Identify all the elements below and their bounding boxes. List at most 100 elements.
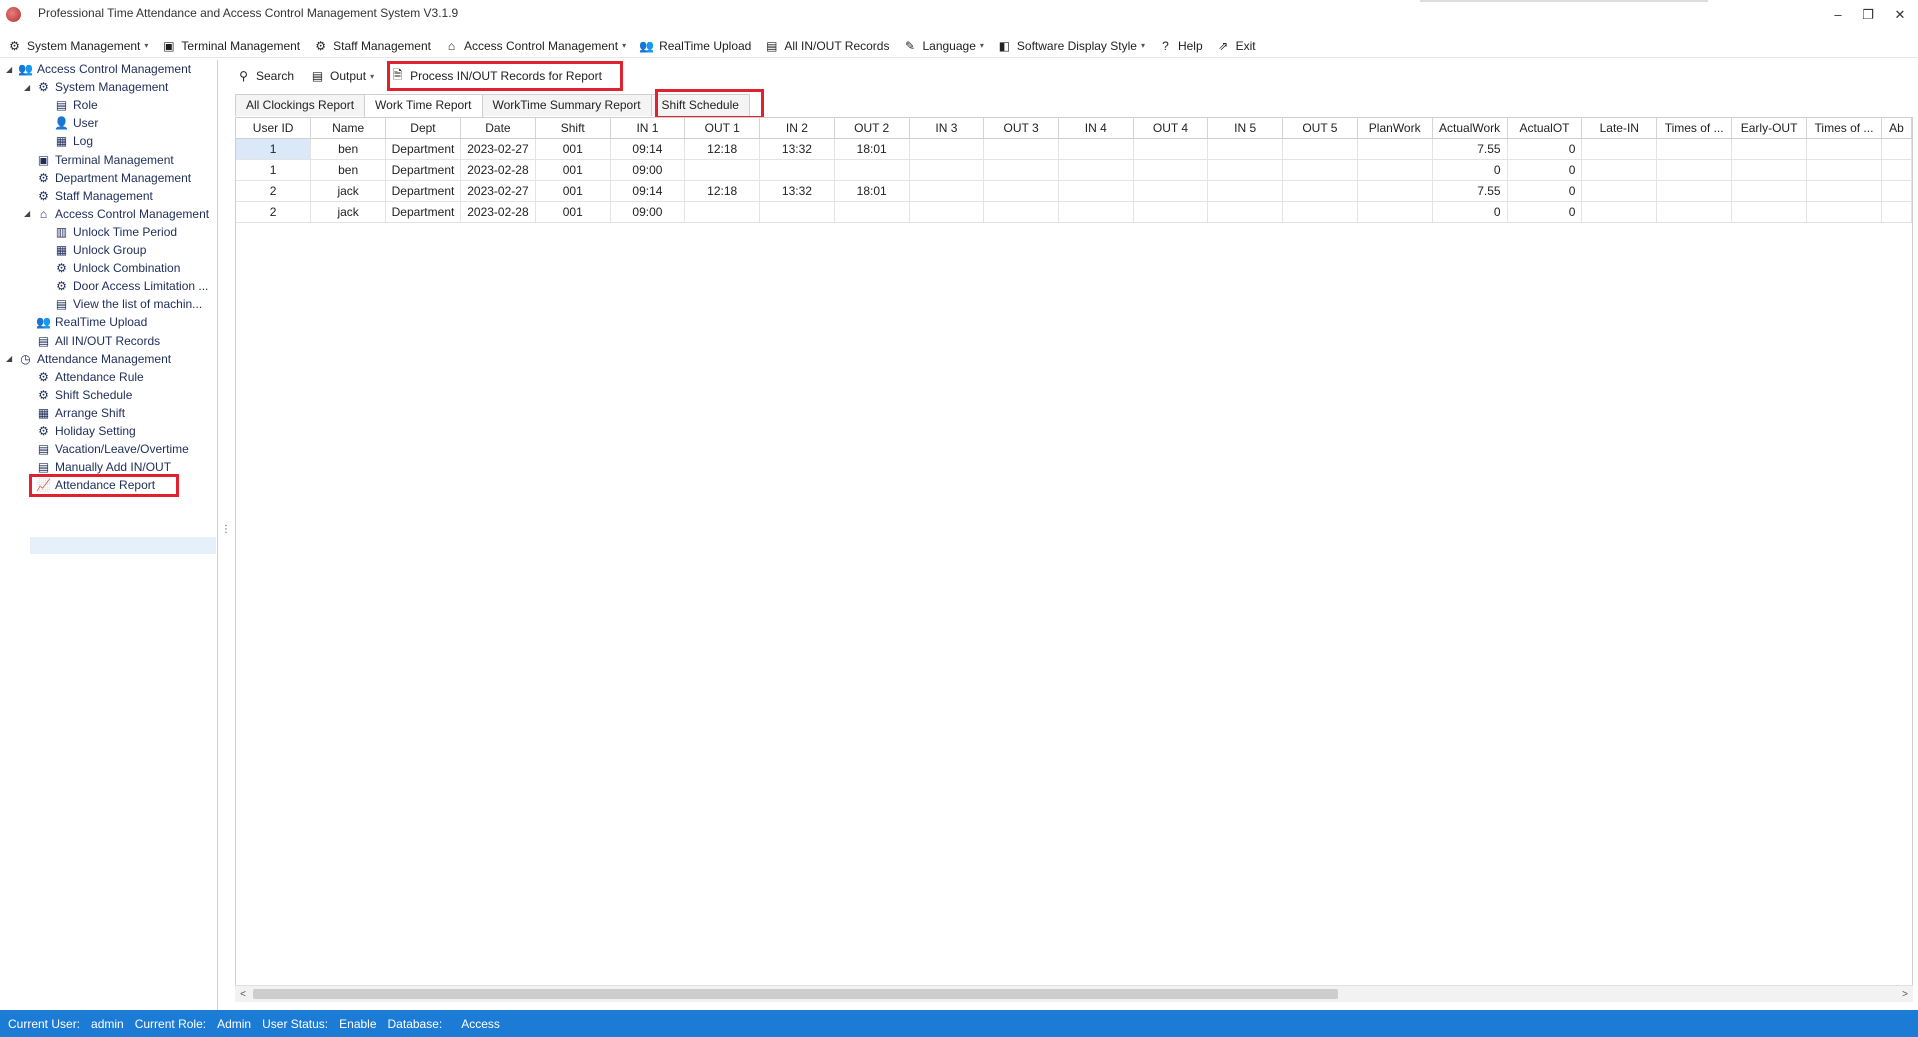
table-cell[interactable] <box>834 201 910 223</box>
table-cell[interactable] <box>983 138 1059 160</box>
column-header[interactable]: Early-OUT <box>1731 118 1808 139</box>
table-cell[interactable] <box>1133 201 1209 223</box>
table-cell[interactable]: Department <box>385 138 461 160</box>
table-cell[interactable] <box>1207 138 1284 160</box>
column-header[interactable]: Shift <box>535 118 611 139</box>
tree-view-machine-list[interactable]: ▤ View the list of machin... <box>42 295 202 313</box>
column-header[interactable]: OUT 3 <box>983 118 1059 139</box>
table-cell[interactable] <box>983 201 1059 223</box>
tree-unlock-combination[interactable]: ⚙ Unlock Combination <box>42 259 180 277</box>
menu-all-in-out-records[interactable]: ▤ All IN/OUT Records <box>761 35 895 57</box>
table-cell[interactable]: 13:32 <box>759 138 835 160</box>
table-cell[interactable] <box>1881 201 1912 223</box>
tree-access-control-management[interactable]: ◢ ⌂ Access Control Management <box>24 205 209 223</box>
table-cell[interactable]: jack <box>310 201 386 223</box>
table-cell[interactable] <box>909 138 985 160</box>
column-header[interactable]: ActualOT <box>1507 118 1583 139</box>
table-cell[interactable] <box>1581 159 1658 181</box>
table-row[interactable]: 2 jack Department 2023-02-28 001 09:00 0 0 <box>236 201 1912 223</box>
column-header[interactable]: IN 5 <box>1207 118 1284 139</box>
column-header[interactable]: IN 4 <box>1058 118 1134 139</box>
column-header[interactable]: OUT 4 <box>1133 118 1209 139</box>
horizontal-scrollbar[interactable]: < > <box>235 985 1913 1002</box>
table-row[interactable]: 2 jack Department 2023-02-27 001 09:14 12:18 13… <box>236 180 1912 202</box>
table-cell[interactable]: jack <box>310 180 386 202</box>
table-cell[interactable] <box>1806 201 1882 223</box>
table-cell[interactable] <box>1207 159 1284 181</box>
table-cell[interactable]: Department <box>385 201 461 223</box>
table-cell[interactable] <box>1058 180 1134 202</box>
table-cell[interactable]: 2023-02-28 <box>460 159 536 181</box>
table-cell[interactable] <box>1806 138 1882 160</box>
tree-unlock-group[interactable]: ▦ Unlock Group <box>42 241 147 259</box>
column-header[interactable]: ActualWork <box>1432 118 1508 139</box>
table-cell[interactable] <box>1058 201 1134 223</box>
tree-staff-management[interactable]: ⚙ Staff Management <box>24 187 153 205</box>
tree-door-access-limitation[interactable]: ⚙ Door Access Limitation ... <box>42 277 208 295</box>
scrollbar-thumb[interactable] <box>253 989 1338 999</box>
table-cell[interactable] <box>1581 138 1658 160</box>
tree-log[interactable]: ▦ Log <box>42 132 93 150</box>
tree-department-management[interactable]: ⚙ Department Management <box>24 169 191 187</box>
table-cell[interactable]: 09:14 <box>610 138 686 160</box>
close-button[interactable]: ✕ <box>1890 6 1910 24</box>
table-cell[interactable] <box>1881 159 1912 181</box>
table-cell[interactable] <box>1357 159 1433 181</box>
expand-toggle-icon[interactable]: ◢ <box>24 83 34 92</box>
table-cell[interactable] <box>1357 180 1433 202</box>
table-cell[interactable] <box>983 159 1059 181</box>
column-header[interactable]: Dept <box>385 118 461 139</box>
table-cell[interactable]: 7.55 <box>1432 180 1508 202</box>
menu-exit[interactable]: ⇗ Exit <box>1213 35 1262 57</box>
table-cell[interactable]: 1 <box>236 159 312 181</box>
table-cell[interactable] <box>759 201 835 223</box>
table-cell[interactable] <box>1731 138 1808 160</box>
menu-staff-management[interactable]: ⚙ Staff Management <box>310 35 437 57</box>
table-cell[interactable]: 2023-02-27 <box>460 180 536 202</box>
column-header[interactable]: Late-IN <box>1581 118 1658 139</box>
table-cell[interactable] <box>684 201 761 223</box>
table-cell[interactable] <box>834 159 910 181</box>
table-cell[interactable]: 0 <box>1432 201 1508 223</box>
tree-realtime-upload[interactable]: 👥 RealTime Upload <box>24 313 147 331</box>
table-cell[interactable] <box>1731 180 1808 202</box>
search-button[interactable]: ⚲ Search <box>232 65 300 87</box>
tree-holiday-setting[interactable]: ⚙ Holiday Setting <box>24 422 136 440</box>
table-cell[interactable] <box>1731 201 1808 223</box>
tree-all-inout-records[interactable]: ▤ All IN/OUT Records <box>24 332 160 350</box>
table-cell[interactable]: 0 <box>1507 159 1583 181</box>
tab-work-time-report[interactable]: Work Time Report <box>364 94 483 117</box>
table-cell[interactable]: 7.55 <box>1432 138 1508 160</box>
scroll-left-arrow[interactable]: < <box>235 986 251 1003</box>
table-cell[interactable]: 0 <box>1507 180 1583 202</box>
menu-help[interactable]: ? Help <box>1155 35 1209 57</box>
table-cell[interactable]: 12:18 <box>684 138 761 160</box>
table-cell[interactable] <box>909 159 985 181</box>
tree-system-management[interactable]: ◢ ⚙ System Management <box>24 78 168 96</box>
table-cell[interactable] <box>1806 159 1882 181</box>
minimize-button[interactable]: – <box>1828 6 1848 24</box>
table-cell[interactable] <box>684 159 761 181</box>
table-cell[interactable]: Department <box>385 159 461 181</box>
table-row[interactable]: 1 ben Department 2023-02-28 001 09:00 0 0 <box>236 159 1912 181</box>
table-cell[interactable]: 001 <box>535 180 611 202</box>
expand-toggle-icon[interactable]: ◢ <box>6 65 16 74</box>
table-cell[interactable] <box>1806 180 1882 202</box>
table-cell[interactable]: Department <box>385 180 461 202</box>
table-cell[interactable] <box>1207 201 1284 223</box>
table-cell[interactable] <box>1357 201 1433 223</box>
tab-worktime-summary-report[interactable]: WorkTime Summary Report <box>481 94 652 116</box>
table-cell[interactable]: 0 <box>1507 201 1583 223</box>
table-cell[interactable] <box>1881 180 1912 202</box>
table-cell[interactable] <box>1731 159 1808 181</box>
table-cell[interactable]: 001 <box>535 201 611 223</box>
tree-role[interactable]: ▤ Role <box>42 96 98 114</box>
tab-shift-schedule[interactable]: Shift Schedule <box>650 94 750 116</box>
table-cell[interactable]: 001 <box>535 138 611 160</box>
table-row[interactable]: 1 ben Department 2023-02-27 001 09:14 12:18 13:… <box>236 138 1912 160</box>
table-cell[interactable]: 13:32 <box>759 180 835 202</box>
table-cell[interactable] <box>1207 180 1284 202</box>
table-cell[interactable] <box>909 180 985 202</box>
tree-access-control-root[interactable]: ◢ 👥 Access Control Management <box>6 60 191 78</box>
table-cell[interactable]: ben <box>310 138 386 160</box>
